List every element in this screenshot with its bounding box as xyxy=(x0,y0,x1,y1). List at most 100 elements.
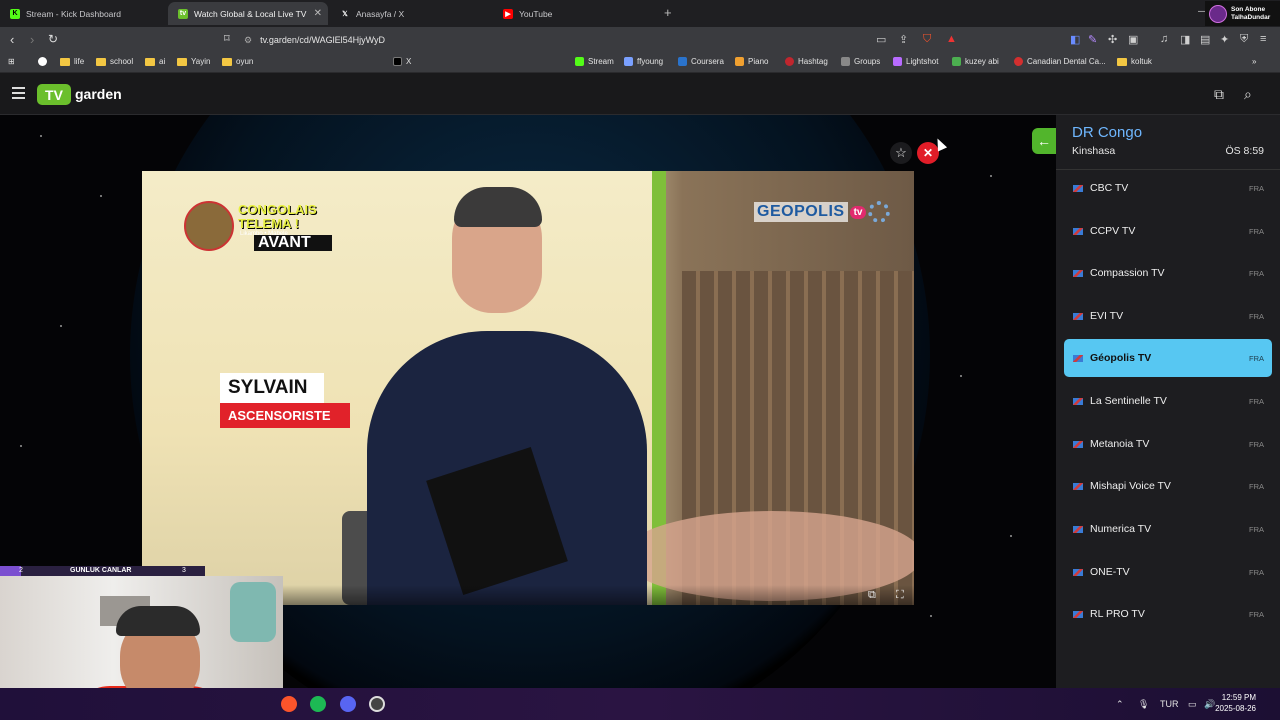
hamburger-menu-icon[interactable] xyxy=(12,87,25,102)
new-tab-button[interactable]: + xyxy=(664,5,672,20)
tab-x-home[interactable]: 𝕏 Anasayfa / X xyxy=(330,2,490,25)
flag-icon xyxy=(1073,482,1083,490)
bookmark-folder-school[interactable]: school xyxy=(96,57,133,66)
lower-third: SYLVAIN ASCENSORISTE xyxy=(220,373,350,428)
clock-time: 12:59 PM xyxy=(1221,693,1256,702)
goal-current: 2 xyxy=(19,567,23,574)
wallet-icon[interactable]: ▤ xyxy=(1200,33,1210,46)
channel-panel: DR Congo Kinshasa ÖS 8:59 CBC TV FRA CCPV… xyxy=(1056,115,1280,688)
bookmark-google[interactable] xyxy=(38,57,51,66)
gear-logo-icon xyxy=(868,201,891,223)
profile-line2: TalhaDundar xyxy=(1231,13,1271,21)
sidebar-icon[interactable]: ◨ xyxy=(1180,33,1190,46)
bookmark-folder-ai[interactable]: ai xyxy=(145,57,165,66)
channel-item[interactable]: Compassion TV FRA xyxy=(1064,254,1272,292)
bookmark-groups[interactable]: Groups xyxy=(841,57,880,66)
extensions-puzzle-icon[interactable]: ✣ xyxy=(1108,33,1117,46)
program-bug-title: CONGOLAIS TELEMA ! xyxy=(238,202,317,231)
bookmark-icon[interactable]: ⌑ xyxy=(224,32,230,45)
url-field[interactable]: ⚙ tv.garden/cd/WAGlEl54HjyWyD xyxy=(244,30,964,50)
flag-icon xyxy=(1073,525,1083,533)
input-language[interactable]: TUR xyxy=(1160,699,1179,709)
more-bookmarks-icon[interactable]: » xyxy=(1252,57,1256,66)
channel-item[interactable]: CBC TV FRA xyxy=(1064,169,1272,207)
x-icon: 𝕏 xyxy=(342,10,348,18)
display-icon[interactable]: ▭ xyxy=(1188,699,1197,710)
menu-icon[interactable]: ≡ xyxy=(1260,33,1266,45)
apps-grid-icon[interactable]: ⊞ xyxy=(8,57,15,66)
channel-item[interactable]: La Sentinelle TV FRA xyxy=(1064,382,1272,420)
os-taskbar xyxy=(0,688,1280,720)
bookmark-folder-koltuk[interactable]: koltuk xyxy=(1117,57,1152,66)
channel-item[interactable]: EVI TV FRA xyxy=(1064,297,1272,335)
bookmark-folder-yayin[interactable]: Yayin xyxy=(177,57,210,66)
flag-icon xyxy=(1073,440,1083,448)
channel-item-selected[interactable]: Géopolis TV FRA xyxy=(1064,339,1272,377)
screenshot-icon[interactable]: ▣ xyxy=(1128,33,1138,46)
channel-item[interactable]: CCPV TV FRA xyxy=(1064,212,1272,250)
country-title[interactable]: DR Congo xyxy=(1072,124,1142,141)
collapse-panel-button[interactable]: ← xyxy=(1032,128,1056,154)
bookmark-stream[interactable]: Stream xyxy=(575,57,614,66)
bookmark-piano[interactable]: Piano xyxy=(735,57,768,66)
goal-progress-bar: 2 GUNLUK CANLAR 3 xyxy=(0,566,205,576)
channel-item[interactable]: Metanoia TV FRA xyxy=(1064,425,1272,463)
bookmark-folder-life[interactable]: life xyxy=(60,57,84,66)
brave-icon[interactable] xyxy=(281,696,297,712)
bookmark-kuzey-abi[interactable]: kuzey abi xyxy=(952,57,999,66)
extension-icon[interactable]: ◧ xyxy=(1070,33,1080,46)
search-icon[interactable]: ⌕ xyxy=(1244,86,1252,103)
puzzle-icon[interactable]: ⧉ xyxy=(1214,86,1224,103)
site-info-icon[interactable]: ⚙ xyxy=(244,35,252,46)
extension-icon[interactable]: ✎ xyxy=(1088,33,1097,46)
media-icon[interactable]: ♫ xyxy=(1160,33,1168,45)
tray-chevron-icon[interactable]: ⌃ xyxy=(1116,699,1124,710)
channel-item[interactable]: Numerica TV FRA xyxy=(1064,510,1272,548)
tab-label: YouTube xyxy=(519,8,553,19)
kick-icon: K xyxy=(10,8,20,19)
bookmark-coursera[interactable]: Coursera xyxy=(678,57,724,66)
tab-label: Stream - Kick Dashboard xyxy=(26,8,121,19)
tab-youtube[interactable]: ▶ YouTube xyxy=(493,2,653,25)
video-player[interactable]: CONGOLAIS TELEMA ! Likambo • Mabele AVAN… xyxy=(142,171,914,605)
tab-label: Anasayfa / X xyxy=(356,8,405,19)
flag-icon xyxy=(1073,397,1083,405)
site-logo-garden[interactable]: garden xyxy=(75,86,122,102)
bookmark-canadian-dental[interactable]: Canadian Dental Ca... xyxy=(1014,57,1106,66)
channel-item[interactable]: Mishapi Voice TV FRA xyxy=(1064,467,1272,505)
volume-icon[interactable]: 🔊 xyxy=(1204,699,1215,710)
fullscreen-icon[interactable]: ⛶ xyxy=(896,589,904,602)
bookmark-ffyoung[interactable]: ffyoung xyxy=(624,57,663,66)
close-icon[interactable]: ✕ xyxy=(314,8,322,19)
site-header: TV garden ⧉ ⌕ xyxy=(0,73,1280,115)
back-icon[interactable]: ‹ xyxy=(10,32,14,47)
tab-tv-garden[interactable]: tv Watch Global & Local Live TV ✕ xyxy=(168,2,328,25)
site-logo-tv[interactable]: TV xyxy=(37,84,71,105)
channel-item[interactable]: ONE-TV FRA xyxy=(1064,553,1272,591)
picture-in-picture-icon[interactable]: ⧉ xyxy=(868,589,876,602)
cast-icon[interactable]: ▭ xyxy=(876,33,886,46)
bookmark-hashtag[interactable]: Hashtag xyxy=(785,57,828,66)
discord-icon[interactable] xyxy=(340,696,356,712)
brave-shields-icon[interactable]: ⛉ xyxy=(923,33,931,46)
vpn-icon[interactable]: ⛨ xyxy=(1240,33,1248,46)
channel-item[interactable]: RL PRO TV FRA xyxy=(1064,595,1272,633)
bookmark-folder-oyun[interactable]: oyun xyxy=(222,57,253,66)
share-icon[interactable]: ⇪ xyxy=(899,33,908,46)
goal-progress-fill xyxy=(0,566,21,576)
obs-icon[interactable] xyxy=(369,696,385,712)
favorite-star-button[interactable]: ☆ xyxy=(890,142,912,164)
forward-icon[interactable]: › xyxy=(30,32,34,47)
flag-icon xyxy=(1073,312,1083,320)
spotify-icon[interactable] xyxy=(310,696,326,712)
microphone-icon[interactable]: 🎙 xyxy=(1138,699,1149,710)
reload-icon[interactable]: ↻ xyxy=(48,32,58,46)
system-clock[interactable]: 12:59 PM 2025-08-26 xyxy=(1215,692,1256,714)
leo-ai-icon[interactable]: ✦ xyxy=(1220,33,1229,46)
bookmark-x[interactable]: X xyxy=(393,57,411,66)
lower-third-role: ASCENSORISTE xyxy=(220,403,350,428)
brave-rewards-icon[interactable]: ▲ xyxy=(946,33,957,45)
tab-kick-dashboard[interactable]: K Stream - Kick Dashboard xyxy=(0,2,168,25)
bookmarks-bar: ⊞ life school ai Yayin oyun X Stream ffy… xyxy=(0,53,1280,120)
bookmark-lightshot[interactable]: Lightshot xyxy=(893,57,938,66)
